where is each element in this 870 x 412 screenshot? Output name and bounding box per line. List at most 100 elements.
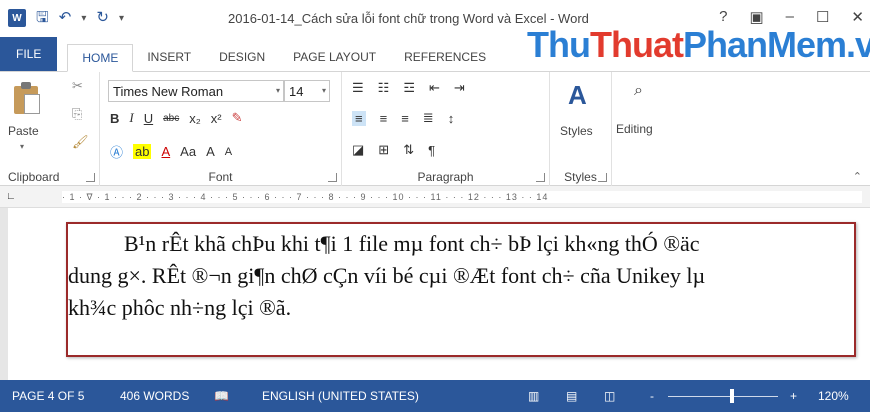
clipboard-label: Clipboard [8, 170, 60, 184]
font-name-select[interactable]: Times New Roman ▾ [108, 80, 284, 102]
paragraph-row-1: ☰ ☷ ☲ ⇤ ⇥ [352, 80, 465, 96]
highlight-icon[interactable]: ab [133, 144, 152, 159]
change-case-button[interactable]: Aa [180, 144, 196, 159]
show-marks-icon[interactable]: ¶ [428, 143, 435, 158]
decrease-indent-icon[interactable]: ⇤ [429, 80, 440, 96]
grow-font-button[interactable]: A [206, 144, 215, 159]
clipboard-launcher-icon[interactable] [86, 173, 95, 182]
font-color-icon[interactable]: A [161, 144, 170, 159]
clear-formatting-icon[interactable]: ✎ [232, 110, 243, 126]
font-size-dropdown-icon: ▾ [321, 86, 326, 95]
align-left-icon[interactable]: ≡ [352, 110, 366, 126]
quick-access-toolbar: W 🖫 ↶ ▾ ↻ ▾ [8, 9, 124, 27]
font-launcher-icon[interactable] [328, 173, 337, 182]
align-center-icon[interactable]: ≡ [380, 111, 388, 126]
collapse-ribbon-icon[interactable]: ⌃ [853, 170, 862, 183]
italic-button[interactable]: I [129, 110, 133, 126]
tab-file[interactable]: FILE [0, 37, 58, 71]
watermark-part-vn: .vn [846, 24, 870, 65]
zoom-slider-thumb[interactable] [730, 389, 734, 403]
align-right-icon[interactable]: ≡ [401, 111, 409, 126]
increase-indent-icon[interactable]: ⇥ [454, 80, 465, 96]
tab-references[interactable]: REFERENCES [390, 43, 500, 71]
redo-icon[interactable]: ↻ [96, 9, 109, 27]
paragraph-label: Paragraph [417, 170, 474, 184]
zoom-in-button[interactable]: + [790, 389, 797, 403]
undo-dropdown-icon[interactable]: ▾ [81, 13, 86, 24]
font-format-row: B I U abc x₂ x² ✎ [110, 110, 243, 126]
paste-button[interactable]: Paste [8, 124, 39, 138]
watermark-part-phanmem: PhanMem [682, 24, 847, 65]
font-group: Times New Roman ▾ 14 ▾ B I U abc x₂ x² ✎ Ⓐ… [100, 72, 342, 186]
watermark-part-thu: Thu [527, 24, 591, 65]
copy-icon[interactable]: ⎘ [72, 106, 82, 122]
language[interactable]: ENGLISH (UNITED STATES) [262, 389, 419, 403]
font-size-select[interactable]: 14 ▾ [284, 80, 330, 102]
document-line: B¹n rÊt khã chÞu khi t¶i 1 file mµ font … [124, 231, 700, 256]
page-count[interactable]: PAGE 4 OF 5 [12, 389, 84, 403]
superscript-button[interactable]: x² [211, 111, 222, 126]
horizontal-ruler: ∟ · 1 · ∇ · 1 · · · 2 · · · 3 · · · 4 · … [0, 186, 870, 208]
font-size-value: 14 [289, 84, 304, 99]
document-line: dung g×. RÊt ®¬n gi¶n chØ cÇn víi bé cµi… [68, 263, 706, 288]
styles-icon[interactable]: A [568, 80, 587, 111]
word-count[interactable]: 406 WORDS [120, 389, 189, 403]
line-spacing-icon[interactable]: ↕ [448, 111, 455, 126]
paragraph-group: ☰ ☷ ☲ ⇤ ⇥ ≡ ≡ ≡ ≣ ↕ ◪ ⊞ ⇅ ¶ Paragraph [342, 72, 550, 186]
paste-icon[interactable] [12, 82, 42, 116]
numbering-icon[interactable]: ☷ [378, 80, 390, 96]
binoculars-icon[interactable]: ⌕ [634, 82, 643, 100]
editing-button[interactable]: Editing [616, 122, 653, 136]
paragraph-row-2: ≡ ≡ ≡ ≣ ↕ [352, 110, 454, 126]
tab-design[interactable]: DESIGN [205, 43, 279, 71]
ribbon: Paste ▾ ✂ ⎘ 🖌 Clipboard Times New Roman ▾… [0, 72, 870, 186]
document-line: kh¾c phôc nh÷ng lçi ®ã. [68, 295, 292, 320]
editing-group: ⌕ Editing [612, 72, 672, 186]
format-painter-icon[interactable]: 🖌 [72, 134, 89, 150]
web-layout-icon[interactable]: ◫ [604, 389, 615, 403]
save-icon[interactable]: 🖫 [36, 9, 49, 27]
tab-page-layout[interactable]: PAGE LAYOUT [279, 43, 390, 71]
word-app-icon[interactable]: W [8, 9, 26, 27]
bold-button[interactable]: B [110, 111, 119, 126]
justify-icon[interactable]: ≣ [423, 110, 434, 126]
underline-button[interactable]: U [144, 111, 153, 126]
vertical-ruler [8, 208, 24, 380]
watermark-logo: ThuThuatPhanMem.vn [527, 24, 870, 66]
zoom-slider[interactable] [668, 396, 778, 397]
subscript-button[interactable]: x₂ [189, 111, 201, 126]
status-bar: PAGE 4 OF 5 406 WORDS 📖 ENGLISH (UNITED … [0, 380, 870, 412]
tab-selector-icon[interactable]: ∟ [6, 191, 16, 202]
styles-launcher-icon[interactable] [598, 173, 607, 182]
styles-button[interactable]: Styles [560, 124, 593, 138]
document-body[interactable]: B¹n rÊt khã chÞu khi t¶i 1 file mµ font … [68, 228, 858, 324]
read-mode-icon[interactable]: ▥ [528, 389, 539, 403]
tab-home[interactable]: HOME [67, 44, 134, 72]
proofing-icon[interactable]: 📖 [214, 389, 229, 403]
borders-icon[interactable]: ⊞ [378, 142, 389, 158]
font-name-dropdown-icon: ▾ [275, 86, 280, 95]
print-layout-icon[interactable]: ▤ [566, 389, 577, 403]
multilevel-list-icon[interactable]: ☲ [403, 80, 415, 96]
cut-icon[interactable]: ✂ [72, 78, 83, 94]
customize-qat-icon[interactable]: ▾ [119, 13, 124, 24]
paragraph-row-3: ◪ ⊞ ⇅ ¶ [352, 142, 435, 158]
font-color-row: Ⓐ ab A Aa A A [110, 142, 232, 161]
styles-group: A Styles Styles [550, 72, 612, 186]
paste-dropdown-icon[interactable]: ▾ [20, 142, 24, 151]
text-effects-icon[interactable]: Ⓐ [110, 142, 123, 161]
zoom-level[interactable]: 120% [818, 389, 849, 403]
ruler-scale[interactable]: · 1 · ∇ · 1 · · · 2 · · · 3 · · · 4 · · … [62, 191, 862, 203]
undo-icon[interactable]: ↶ [59, 9, 72, 27]
font-name-value: Times New Roman [113, 84, 224, 99]
font-label: Font [208, 170, 233, 184]
paragraph-launcher-icon[interactable] [536, 173, 545, 182]
watermark-part-thuat: Thuat [589, 24, 684, 65]
shrink-font-button[interactable]: A [225, 146, 232, 158]
strikethrough-button[interactable]: abc [163, 113, 179, 124]
shading-icon[interactable]: ◪ [352, 142, 364, 158]
tab-insert[interactable]: INSERT [133, 43, 205, 71]
sort-icon[interactable]: ⇅ [403, 142, 414, 158]
bullets-icon[interactable]: ☰ [352, 80, 364, 96]
zoom-out-button[interactable]: - [650, 389, 654, 403]
